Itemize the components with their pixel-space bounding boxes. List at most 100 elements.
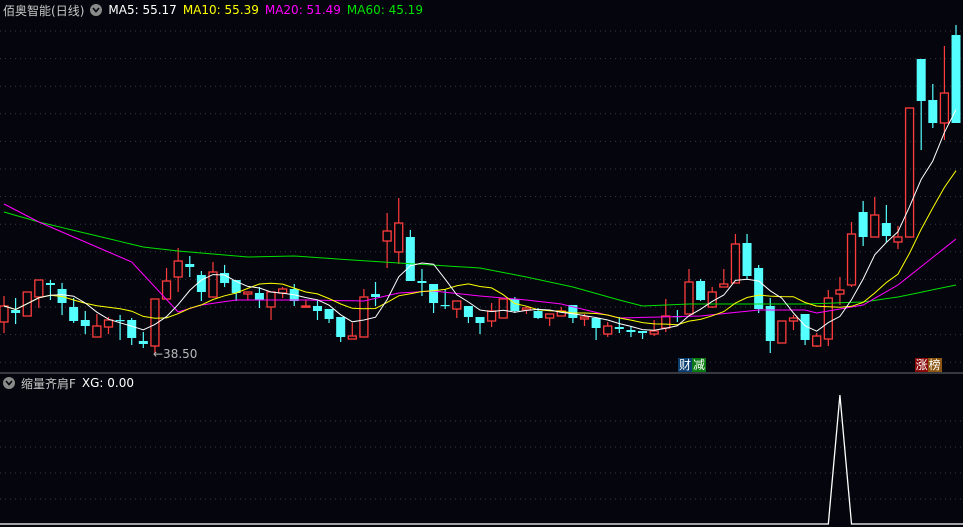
- candle-body: [475, 317, 485, 323]
- candle-body: [858, 212, 868, 237]
- candle: [301, 300, 311, 308]
- candle: [696, 279, 706, 301]
- candle: [371, 282, 381, 306]
- candle: [951, 25, 961, 123]
- candle: [870, 197, 880, 238]
- candle: [196, 271, 206, 301]
- candle: [57, 283, 67, 315]
- candle-body: [765, 306, 775, 341]
- candle-body: [904, 107, 915, 238]
- candle: [835, 277, 845, 305]
- candle: [614, 317, 624, 333]
- event-tag-limit-up[interactable]: 涨: [914, 358, 929, 372]
- candle: [800, 314, 810, 345]
- candle-body: [603, 325, 613, 335]
- ma60-label: MA60: 45.19: [346, 3, 423, 17]
- candle: [858, 201, 868, 246]
- low-price-label: ←38.50: [153, 347, 198, 361]
- candle-body: [382, 230, 392, 242]
- candle-body: [939, 92, 950, 124]
- candle-body: [277, 288, 288, 294]
- candle: [324, 309, 334, 323]
- candle-body: [115, 320, 125, 322]
- ma20-line: [3, 203, 957, 319]
- event-tag-reduce[interactable]: 减: [691, 358, 706, 372]
- candle: [545, 313, 555, 326]
- candle-body: [742, 243, 752, 276]
- stock-title: 佰奥智能(日线): [3, 3, 85, 18]
- candle-body: [881, 223, 891, 236]
- xg-indicator-line: [0, 394, 963, 525]
- candle-body: [45, 283, 55, 285]
- candle: [243, 291, 253, 300]
- candle: [429, 284, 439, 313]
- candle: [382, 213, 392, 268]
- kline-chart[interactable]: [0, 0, 963, 527]
- candle-body: [916, 59, 926, 101]
- candle-body: [579, 316, 590, 320]
- candle-body: [626, 330, 636, 332]
- chevron-down-icon[interactable]: [3, 377, 15, 389]
- candle-body: [359, 296, 369, 338]
- candle: [45, 280, 55, 300]
- candle: [11, 298, 21, 324]
- candle-body: [405, 237, 415, 281]
- candle: [80, 311, 90, 334]
- candle: [846, 222, 857, 287]
- candle-body: [231, 280, 241, 293]
- candle-body: [846, 233, 857, 286]
- main-chart-header: 佰奥智能(日线) MA5: 55.17 MA10: 55.39 MA20: 51…: [3, 2, 423, 18]
- candle-body: [614, 327, 624, 329]
- candle: [173, 248, 183, 292]
- candle-body: [486, 310, 497, 322]
- candle: [254, 287, 264, 308]
- candle: [765, 298, 775, 353]
- candle-body: [719, 283, 729, 288]
- candle-body: [754, 268, 764, 309]
- candle: [707, 287, 717, 308]
- ma20-label: MA20: 51.49: [264, 3, 341, 17]
- chevron-down-icon[interactable]: [90, 4, 103, 16]
- candle-body: [696, 281, 706, 300]
- candle-body: [638, 331, 648, 333]
- candle: [916, 59, 926, 150]
- candle-body: [127, 320, 137, 338]
- candle-body: [11, 310, 21, 313]
- candle: [777, 320, 787, 344]
- indicator-header: 缩量齐肩F XG: 0.00: [3, 375, 134, 391]
- ma10-label: MA10: 55.39: [182, 3, 259, 17]
- candle-body: [394, 222, 404, 253]
- candle-body: [777, 320, 787, 344]
- candle-body: [928, 100, 938, 123]
- candle-body: [417, 281, 427, 283]
- candle: [452, 300, 462, 318]
- candle: [312, 300, 322, 320]
- candle: [661, 299, 671, 332]
- candle: [220, 265, 230, 287]
- candle: [730, 234, 741, 284]
- candle-body: [823, 297, 833, 340]
- candle: [881, 205, 891, 242]
- candle-body: [301, 305, 311, 308]
- event-tag-financial[interactable]: 财: [677, 358, 692, 372]
- candle: [127, 318, 137, 345]
- candle-body: [324, 309, 334, 319]
- event-tag-list[interactable]: 榜: [927, 358, 942, 372]
- candle: [475, 317, 485, 334]
- candle: [405, 230, 415, 281]
- candle-body: [788, 317, 799, 322]
- ma5-line: [3, 109, 957, 332]
- candle-body: [463, 306, 473, 317]
- candle: [0, 296, 9, 333]
- candle-body: [336, 317, 346, 337]
- candle-body: [371, 294, 381, 297]
- candle-body: [812, 335, 822, 347]
- candle-body: [452, 300, 462, 310]
- candle: [812, 333, 822, 347]
- candle: [486, 303, 497, 327]
- candle-body: [649, 330, 659, 335]
- candle: [92, 314, 102, 338]
- ma60-line: [3, 211, 957, 307]
- candle: [498, 298, 508, 319]
- candle: [34, 279, 44, 308]
